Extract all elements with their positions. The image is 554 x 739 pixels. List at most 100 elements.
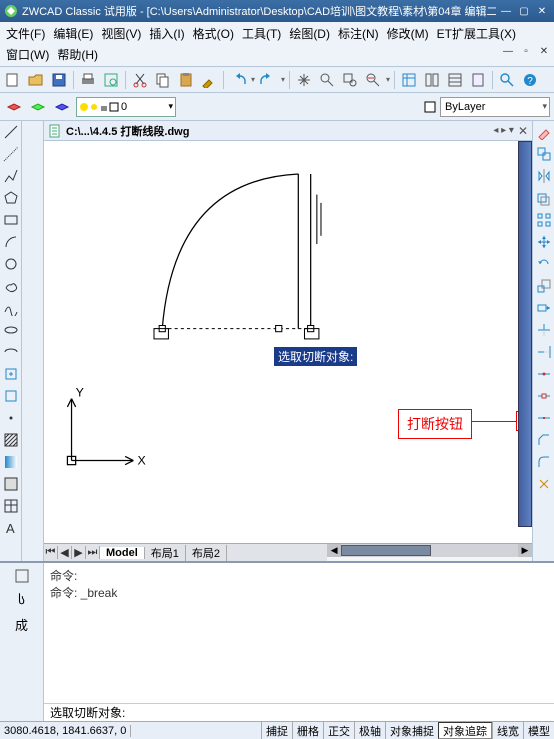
chamfer-tool[interactable] (535, 431, 553, 449)
paste-button[interactable] (176, 70, 196, 90)
menu-edit[interactable]: 编辑(E) (49, 23, 97, 44)
polygon-tool[interactable] (2, 189, 20, 207)
vertical-scrollbar[interactable] (518, 141, 532, 527)
mdi-restore-button[interactable]: ▫ (518, 44, 534, 58)
hscroll-right[interactable]: ▶ (518, 544, 532, 557)
gradient-tool[interactable] (2, 453, 20, 471)
tab-first[interactable]: ⏮ (44, 546, 58, 559)
layer-combo[interactable]: 0 ▾ (76, 97, 176, 117)
cut-button[interactable] (130, 70, 150, 90)
mdi-close-button[interactable]: ✕ (536, 44, 552, 58)
maximize-button[interactable]: ▢ (516, 4, 532, 18)
trim-tool[interactable] (535, 321, 553, 339)
cmd-tool-3[interactable]: 成 (13, 615, 31, 633)
stretch-tool[interactable] (535, 299, 553, 317)
lwt-toggle[interactable]: 线宽 (492, 722, 523, 739)
break-tool[interactable] (535, 387, 553, 405)
polar-toggle[interactable]: 极轴 (354, 722, 385, 739)
tab-last[interactable]: ⏭ (86, 546, 100, 559)
grid-toggle[interactable]: 栅格 (292, 722, 323, 739)
command-history[interactable]: 命令: 命令: _break (44, 563, 554, 703)
menu-draw[interactable]: 绘图(D) (285, 23, 334, 44)
redo-button[interactable] (258, 70, 278, 90)
undo-button[interactable] (228, 70, 248, 90)
xline-tool[interactable] (2, 145, 20, 163)
zoom-prev-button[interactable] (363, 70, 383, 90)
otrack-toggle[interactable]: 对象追踪 (438, 722, 492, 739)
fillet-tool[interactable] (535, 453, 553, 471)
menu-modify[interactable]: 修改(M) (383, 23, 433, 44)
menu-et[interactable]: ET扩展工具(X) (433, 23, 520, 44)
undo-dropdown-icon[interactable]: ▾ (251, 75, 255, 84)
copy-button[interactable] (153, 70, 173, 90)
text-tool[interactable]: A (2, 519, 20, 537)
tab-close-button[interactable]: ✕ (518, 124, 528, 138)
menu-insert[interactable]: 插入(I) (145, 23, 188, 44)
help-button[interactable]: ? (520, 70, 540, 90)
horizontal-scrollbar[interactable]: ◀ ▶ (327, 543, 532, 557)
close-window-button[interactable]: ✕ (534, 4, 550, 18)
layer-prop-button[interactable] (4, 97, 24, 117)
model-toggle[interactable]: 模型 (523, 722, 554, 739)
calc-button[interactable] (468, 70, 488, 90)
tool-palette-button[interactable] (445, 70, 465, 90)
blank-tool-1[interactable] (24, 123, 42, 141)
preview-button[interactable] (101, 70, 121, 90)
design-center-button[interactable] (422, 70, 442, 90)
offset-tool[interactable] (535, 189, 553, 207)
extend-tool[interactable] (535, 343, 553, 361)
tab-layout2[interactable]: 布局2 (186, 545, 227, 561)
circle-tool[interactable] (2, 255, 20, 273)
pan-button[interactable] (294, 70, 314, 90)
document-path[interactable]: C:\...\4.4.5 打断线段.dwg (66, 123, 189, 139)
cmd-tool-1[interactable] (13, 567, 31, 585)
menu-help[interactable]: 帮助(H) (53, 44, 102, 65)
menu-view[interactable]: 视图(V) (97, 23, 145, 44)
properties-button[interactable] (399, 70, 419, 90)
break-at-point-tool[interactable] (535, 365, 553, 383)
join-tool[interactable] (535, 409, 553, 427)
menu-dim[interactable]: 标注(N) (334, 23, 383, 44)
tab-model[interactable]: Model (100, 547, 145, 559)
matchprop-button[interactable] (199, 70, 219, 90)
open-button[interactable] (26, 70, 46, 90)
table-tool[interactable] (2, 497, 20, 515)
layer-state-button[interactable] (52, 97, 72, 117)
print-button[interactable] (78, 70, 98, 90)
menu-format[interactable]: 格式(O) (189, 23, 238, 44)
coords-readout[interactable]: 3080.4618, 1841.6637, 0 (0, 725, 131, 737)
mirror-tool[interactable] (535, 167, 553, 185)
minimize-button[interactable]: — (498, 4, 514, 18)
hscroll-thumb[interactable] (341, 545, 431, 556)
osnap-toggle[interactable]: 对象捕捉 (385, 722, 438, 739)
color-combo[interactable]: ByLayer (440, 97, 550, 117)
spline-tool[interactable] (2, 299, 20, 317)
layer-prev-button[interactable] (28, 97, 48, 117)
snap-toggle[interactable]: 捕捉 (261, 722, 292, 739)
make-block-tool[interactable] (2, 387, 20, 405)
tab-prev[interactable]: ◀ (58, 546, 72, 559)
arc-tool[interactable] (2, 233, 20, 251)
ortho-toggle[interactable]: 正交 (323, 722, 354, 739)
ellipse-tool[interactable] (2, 321, 20, 339)
scale-tool[interactable] (535, 277, 553, 295)
array-tool[interactable] (535, 211, 553, 229)
insert-block-tool[interactable] (2, 365, 20, 383)
copy-tool[interactable] (535, 145, 553, 163)
region-tool[interactable] (2, 475, 20, 493)
hscroll-left[interactable]: ◀ (327, 544, 341, 557)
explode-tool[interactable] (535, 475, 553, 493)
mdi-minimize-button[interactable]: — (500, 44, 516, 58)
menu-window[interactable]: 窗口(W) (2, 44, 53, 65)
rotate-tool[interactable] (535, 255, 553, 273)
command-input[interactable]: 选取切断对象: (44, 703, 554, 721)
rectangle-tool[interactable] (2, 211, 20, 229)
tab-next[interactable]: ▶ (72, 546, 86, 559)
drawing-canvas[interactable]: Y X 选取切断对象: 打断按钮 (44, 141, 532, 543)
line-tool[interactable] (2, 123, 20, 141)
polyline-tool[interactable] (2, 167, 20, 185)
ellipse-arc-tool[interactable] (2, 343, 20, 361)
search-button[interactable] (497, 70, 517, 90)
tab-list-icon[interactable]: ◂ ▸ ▾ (493, 125, 514, 136)
move-tool[interactable] (535, 233, 553, 251)
